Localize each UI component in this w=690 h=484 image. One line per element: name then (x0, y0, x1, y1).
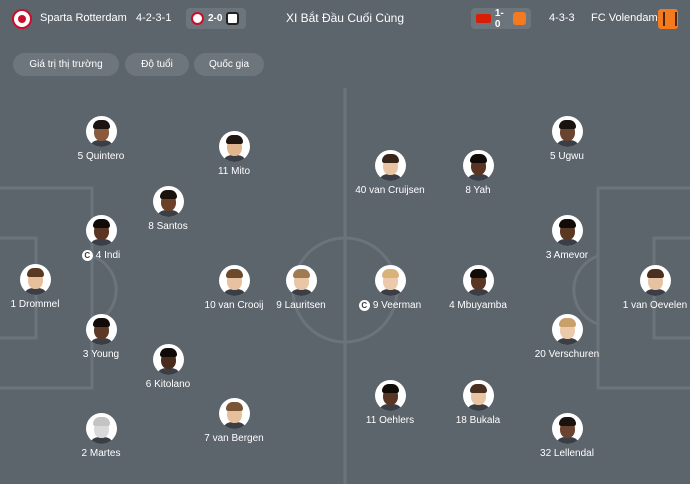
az-mini-logo-icon (476, 14, 491, 23)
player-name[interactable]: 18 Bukala (456, 415, 500, 426)
player-name[interactable]: 6 Kitolano (146, 379, 190, 390)
player-name[interactable]: 7 van Bergen (204, 433, 264, 444)
page-title: XI Bắt Đầu Cuối Cùng (285, 11, 405, 25)
player-avatar[interactable] (374, 380, 406, 411)
filter-market-value-button[interactable]: Giá trị thị trường (13, 53, 119, 76)
player-name[interactable]: 1 Drommel (11, 299, 60, 310)
player-name[interactable]: 8 Yah (465, 185, 490, 196)
player-avatar[interactable] (462, 265, 494, 296)
player-avatar[interactable] (551, 116, 583, 147)
player-avatar[interactable] (85, 413, 117, 444)
away-formation: 4-3-3 (549, 12, 575, 24)
away-team-name[interactable]: FC Volendam (591, 12, 658, 24)
filter-bar: Giá trị thị trường Độ tuổi Quốc gia (0, 38, 690, 88)
player-name[interactable]: 11 Oehlers (366, 415, 414, 426)
player-avatar[interactable] (462, 150, 494, 181)
player-name[interactable]: 3 Amevor (546, 250, 588, 261)
away-player[interactable]: 3 Amevor (507, 215, 627, 261)
filter-nationality-button[interactable]: Quốc gia (194, 53, 264, 76)
home-player[interactable]: C4 Indi (41, 215, 161, 261)
volendam-mini-logo-icon (513, 12, 526, 25)
away-player[interactable]: 20 Verschuren (507, 314, 627, 360)
player-avatar[interactable] (551, 314, 583, 345)
away-last-match[interactable]: 1-0 (471, 7, 531, 30)
home-player[interactable]: 5 Quintero (41, 116, 161, 162)
away-player[interactable]: 8 Yah (418, 150, 538, 196)
player-avatar[interactable] (639, 265, 671, 296)
fc-volendam-logo-icon[interactable] (658, 9, 678, 29)
home-player[interactable]: 11 Mito (174, 131, 294, 177)
home-player[interactable]: 6 Kitolano (108, 344, 228, 390)
player-name[interactable]: 4 Indi (96, 250, 120, 261)
filter-age-button[interactable]: Độ tuổi (125, 53, 189, 76)
player-avatar[interactable] (374, 265, 406, 296)
player-name[interactable]: 4 Mbuyamba (449, 300, 507, 311)
away-player[interactable]: 4 Mbuyamba (418, 265, 538, 311)
player-avatar[interactable] (85, 116, 117, 147)
away-last-score: 1-0 (494, 7, 504, 30)
player-avatar[interactable] (551, 413, 583, 444)
player-name[interactable]: 32 Lellendal (540, 448, 594, 459)
player-name[interactable]: 11 Mito (218, 166, 250, 177)
player-avatar[interactable] (85, 314, 117, 345)
player-avatar[interactable] (152, 186, 184, 217)
captain-badge-icon: C (81, 250, 93, 261)
home-player[interactable]: 2 Martes (41, 413, 161, 459)
match-header: Sparta Rotterdam 4-2-3-1 2-0 XI Bắt Đầu … (0, 0, 690, 38)
player-avatar[interactable] (374, 150, 406, 181)
player-avatar[interactable] (152, 344, 184, 375)
player-avatar[interactable] (462, 380, 494, 411)
player-name[interactable]: 9 Veerman (373, 300, 421, 311)
player-name[interactable]: 5 Quintero (78, 151, 125, 162)
player-avatar[interactable] (551, 215, 583, 246)
player-name[interactable]: 5 Ugwu (550, 151, 584, 162)
home-player[interactable]: 7 van Bergen (174, 398, 294, 444)
player-name[interactable]: 1 van Oevelen (623, 300, 688, 311)
player-avatar[interactable] (85, 215, 117, 246)
captain-badge-icon: C (358, 300, 370, 311)
player-name[interactable]: 9 Lauritsen (276, 300, 325, 311)
player-avatar[interactable] (218, 131, 250, 162)
player-name[interactable]: 2 Martes (82, 448, 121, 459)
player-name[interactable]: 20 Verschuren (535, 349, 600, 360)
player-avatar[interactable] (285, 265, 317, 296)
player-avatar[interactable] (218, 398, 250, 429)
player-avatar[interactable] (19, 264, 51, 295)
player-name[interactable]: 40 van Cruijsen (355, 185, 424, 196)
home-player[interactable]: 1 Drommel (0, 264, 95, 310)
away-player[interactable]: 32 Lellendal (507, 413, 627, 459)
away-player[interactable]: 1 van Oevelen (595, 265, 690, 311)
